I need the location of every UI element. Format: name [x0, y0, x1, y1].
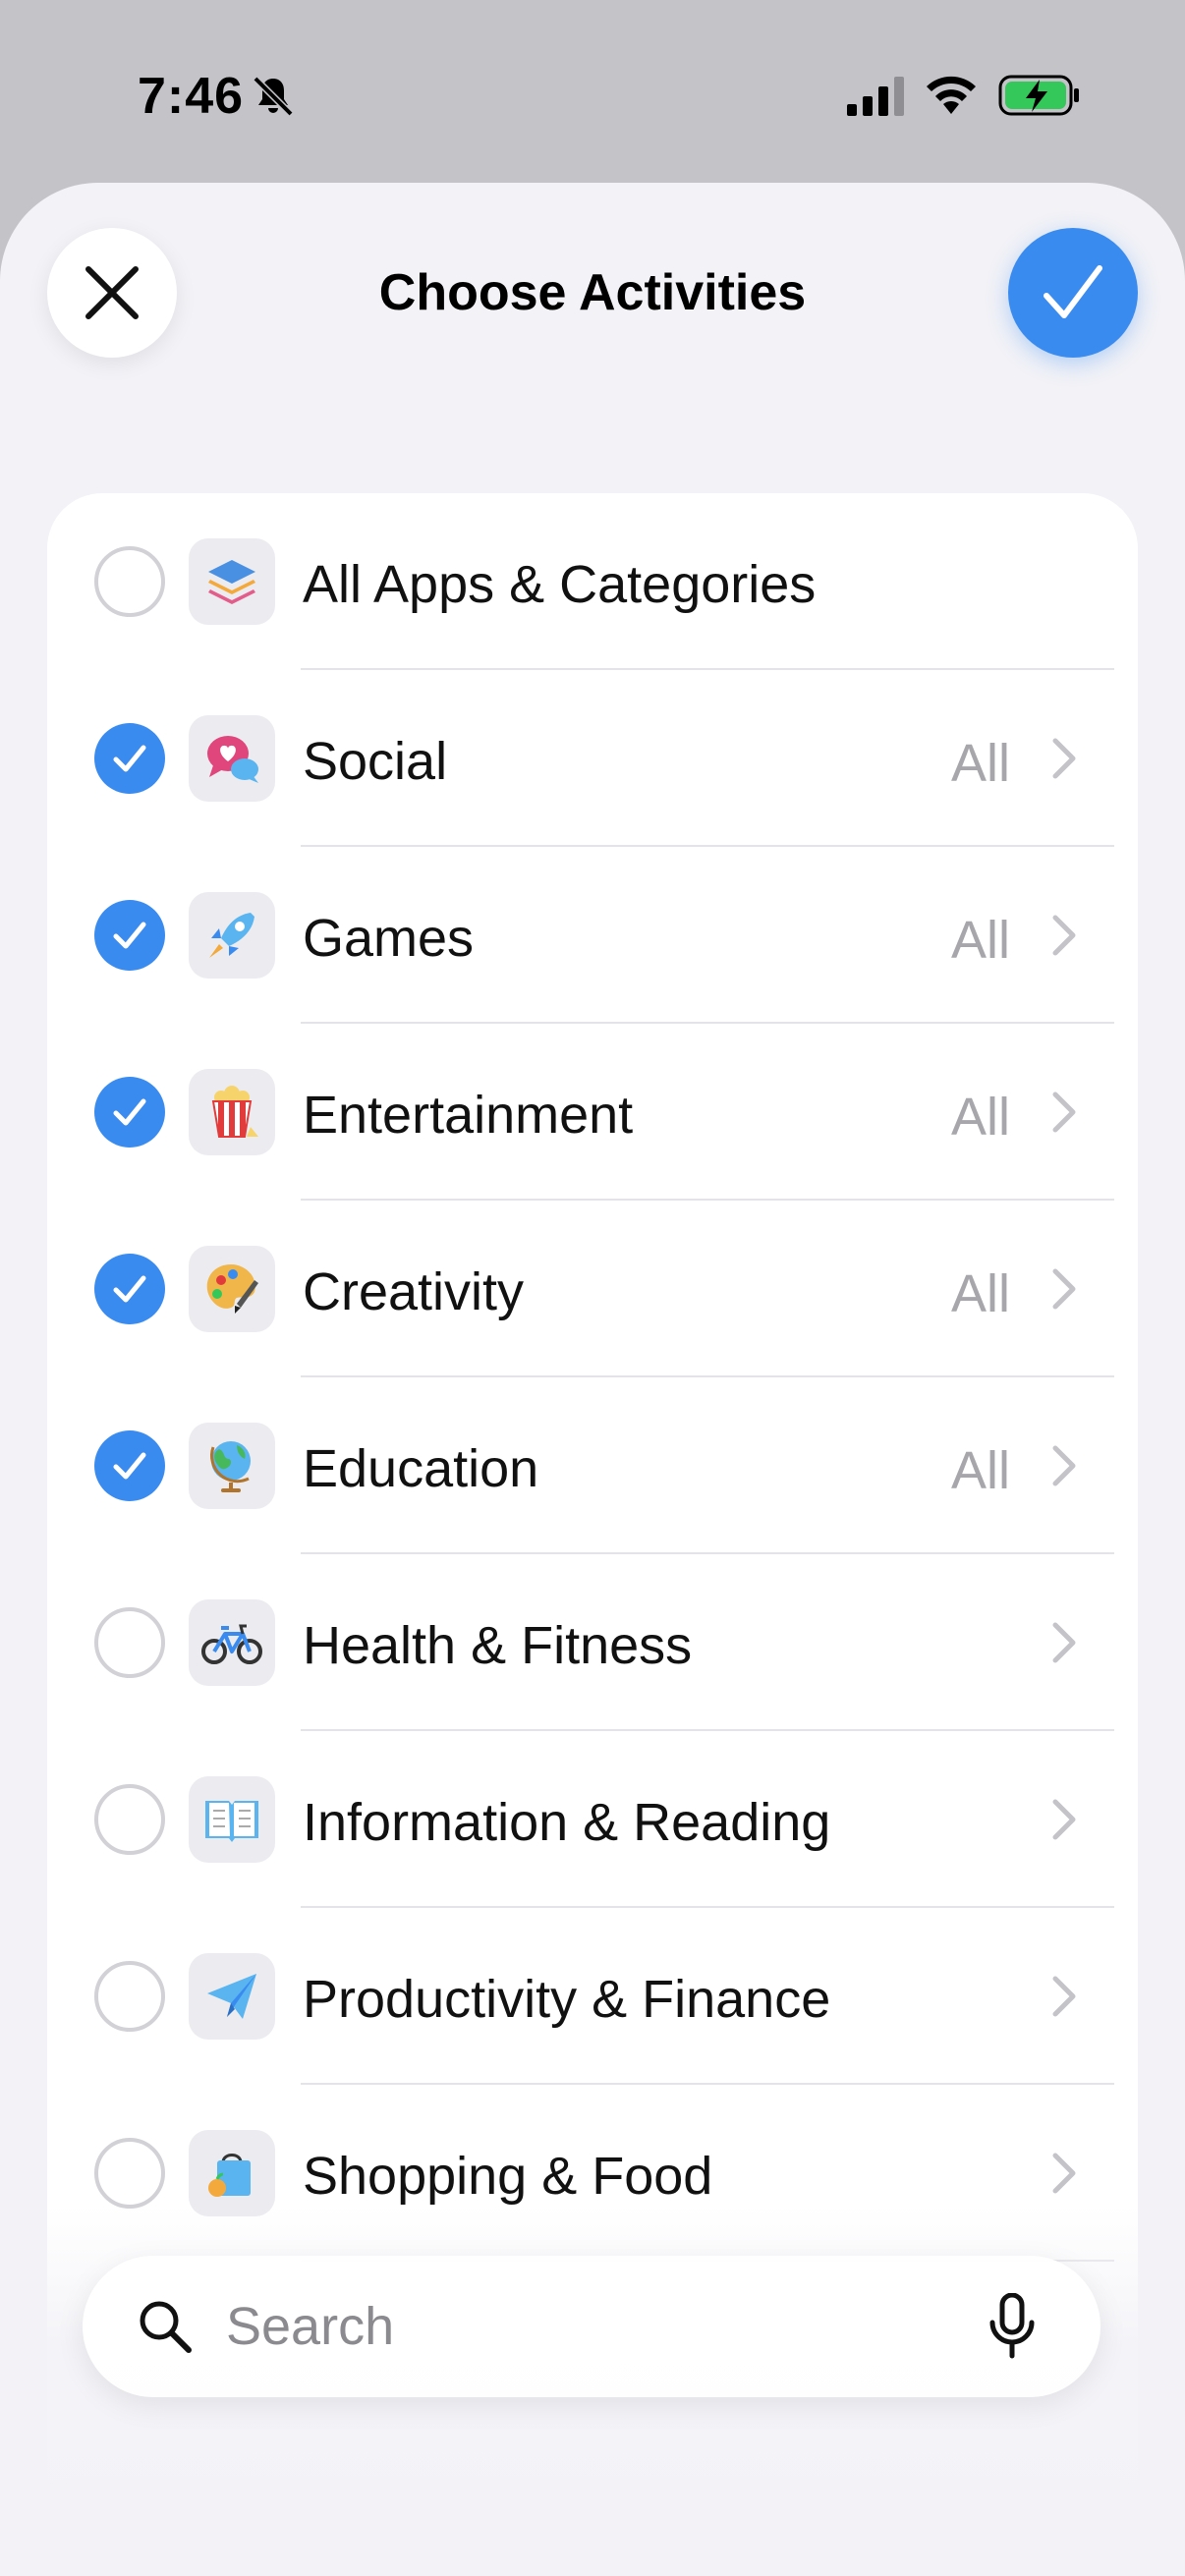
popcorn-icon	[189, 1069, 275, 1155]
chevron-right-icon	[1052, 1976, 1076, 2017]
list-item-label: Productivity & Finance	[303, 1970, 831, 2029]
battery-charging-icon	[998, 75, 1079, 116]
book-icon	[189, 1776, 275, 1863]
list-item-value: All	[950, 911, 1010, 970]
rocket-icon	[189, 892, 275, 979]
chevron-right-icon	[1052, 1799, 1076, 1840]
checkbox-unchecked[interactable]	[94, 1784, 165, 1855]
stack-icon	[189, 538, 275, 625]
lower-sheet-edge	[0, 2476, 1185, 2576]
checkmark-icon	[113, 1098, 146, 1126]
checkbox-unchecked[interactable]	[94, 1607, 165, 1678]
list-item-label: Information & Reading	[303, 1793, 831, 1852]
list-item[interactable]: Information & Reading	[47, 1731, 1138, 1908]
checkbox-checked[interactable]	[94, 900, 165, 971]
list-item-value: All	[950, 1088, 1010, 1147]
cellular-signal-icon	[847, 77, 904, 116]
globe-icon	[189, 1423, 275, 1509]
chevron-right-icon	[1052, 1445, 1076, 1486]
status-bar: 7:46	[0, 0, 1185, 187]
choose-activities-sheet: Choose Activities All Apps & Categories S…	[0, 183, 1185, 2576]
bell-slash-icon	[253, 76, 294, 117]
chat-heart-icon	[189, 715, 275, 802]
shopping-bag-icon	[189, 2130, 275, 2216]
list-item-label: Education	[303, 1439, 539, 1498]
checkmark-icon	[113, 1275, 146, 1303]
checkbox-checked[interactable]	[94, 723, 165, 794]
chevron-right-icon	[1052, 1622, 1076, 1663]
list-item-label: Games	[303, 909, 475, 968]
chevron-right-icon	[1052, 1092, 1076, 1133]
list-item[interactable]: Entertainment All	[47, 1024, 1138, 1201]
list-item-label: Social	[303, 732, 448, 791]
microphone-icon[interactable]	[988, 2293, 1036, 2360]
list-item[interactable]: Education All	[47, 1377, 1138, 1554]
status-time: 7:46	[138, 68, 245, 125]
list-item-value: All	[950, 1264, 1010, 1323]
done-button[interactable]	[1008, 228, 1138, 358]
list-item-value: All	[950, 1441, 1010, 1500]
list-item[interactable]: Social All	[47, 670, 1138, 847]
list-item-value: All	[950, 734, 1010, 793]
checkbox-checked[interactable]	[94, 1077, 165, 1148]
search-bar[interactable]	[83, 2256, 1100, 2397]
chevron-right-icon	[1052, 1268, 1076, 1310]
list-item[interactable]: Health & Fitness	[47, 1554, 1138, 1731]
checkbox-checked[interactable]	[94, 1430, 165, 1501]
search-icon	[140, 2301, 192, 2353]
list-item-label: Entertainment	[303, 1086, 634, 1145]
checkmark-icon	[113, 922, 146, 949]
palette-icon	[189, 1246, 275, 1332]
checkbox-checked[interactable]	[94, 1254, 165, 1324]
checkbox-unchecked[interactable]	[94, 546, 165, 617]
chevron-right-icon	[1052, 2153, 1076, 2194]
chevron-right-icon	[1052, 738, 1076, 779]
list-item[interactable]: All Apps & Categories	[47, 493, 1138, 670]
list-item-label: All Apps & Categories	[303, 555, 817, 614]
checkbox-unchecked[interactable]	[94, 2138, 165, 2209]
list-item[interactable]: Games All	[47, 847, 1138, 1024]
list-item-label: Health & Fitness	[303, 1616, 693, 1675]
checkmark-icon	[1044, 265, 1102, 318]
bicycle-icon	[189, 1599, 275, 1686]
list-item-label: Creativity	[303, 1262, 525, 1321]
paper-plane-icon	[189, 1953, 275, 2040]
chevron-right-icon	[1052, 915, 1076, 956]
list-item-label: Shopping & Food	[303, 2147, 713, 2206]
search-input[interactable]	[226, 2291, 973, 2362]
wifi-icon	[927, 76, 976, 114]
checkmark-icon	[113, 745, 146, 772]
list-item[interactable]: Creativity All	[47, 1201, 1138, 1377]
checkmark-icon	[113, 1452, 146, 1480]
checkbox-unchecked[interactable]	[94, 1961, 165, 2032]
list-item[interactable]: Productivity & Finance	[47, 1908, 1138, 2085]
